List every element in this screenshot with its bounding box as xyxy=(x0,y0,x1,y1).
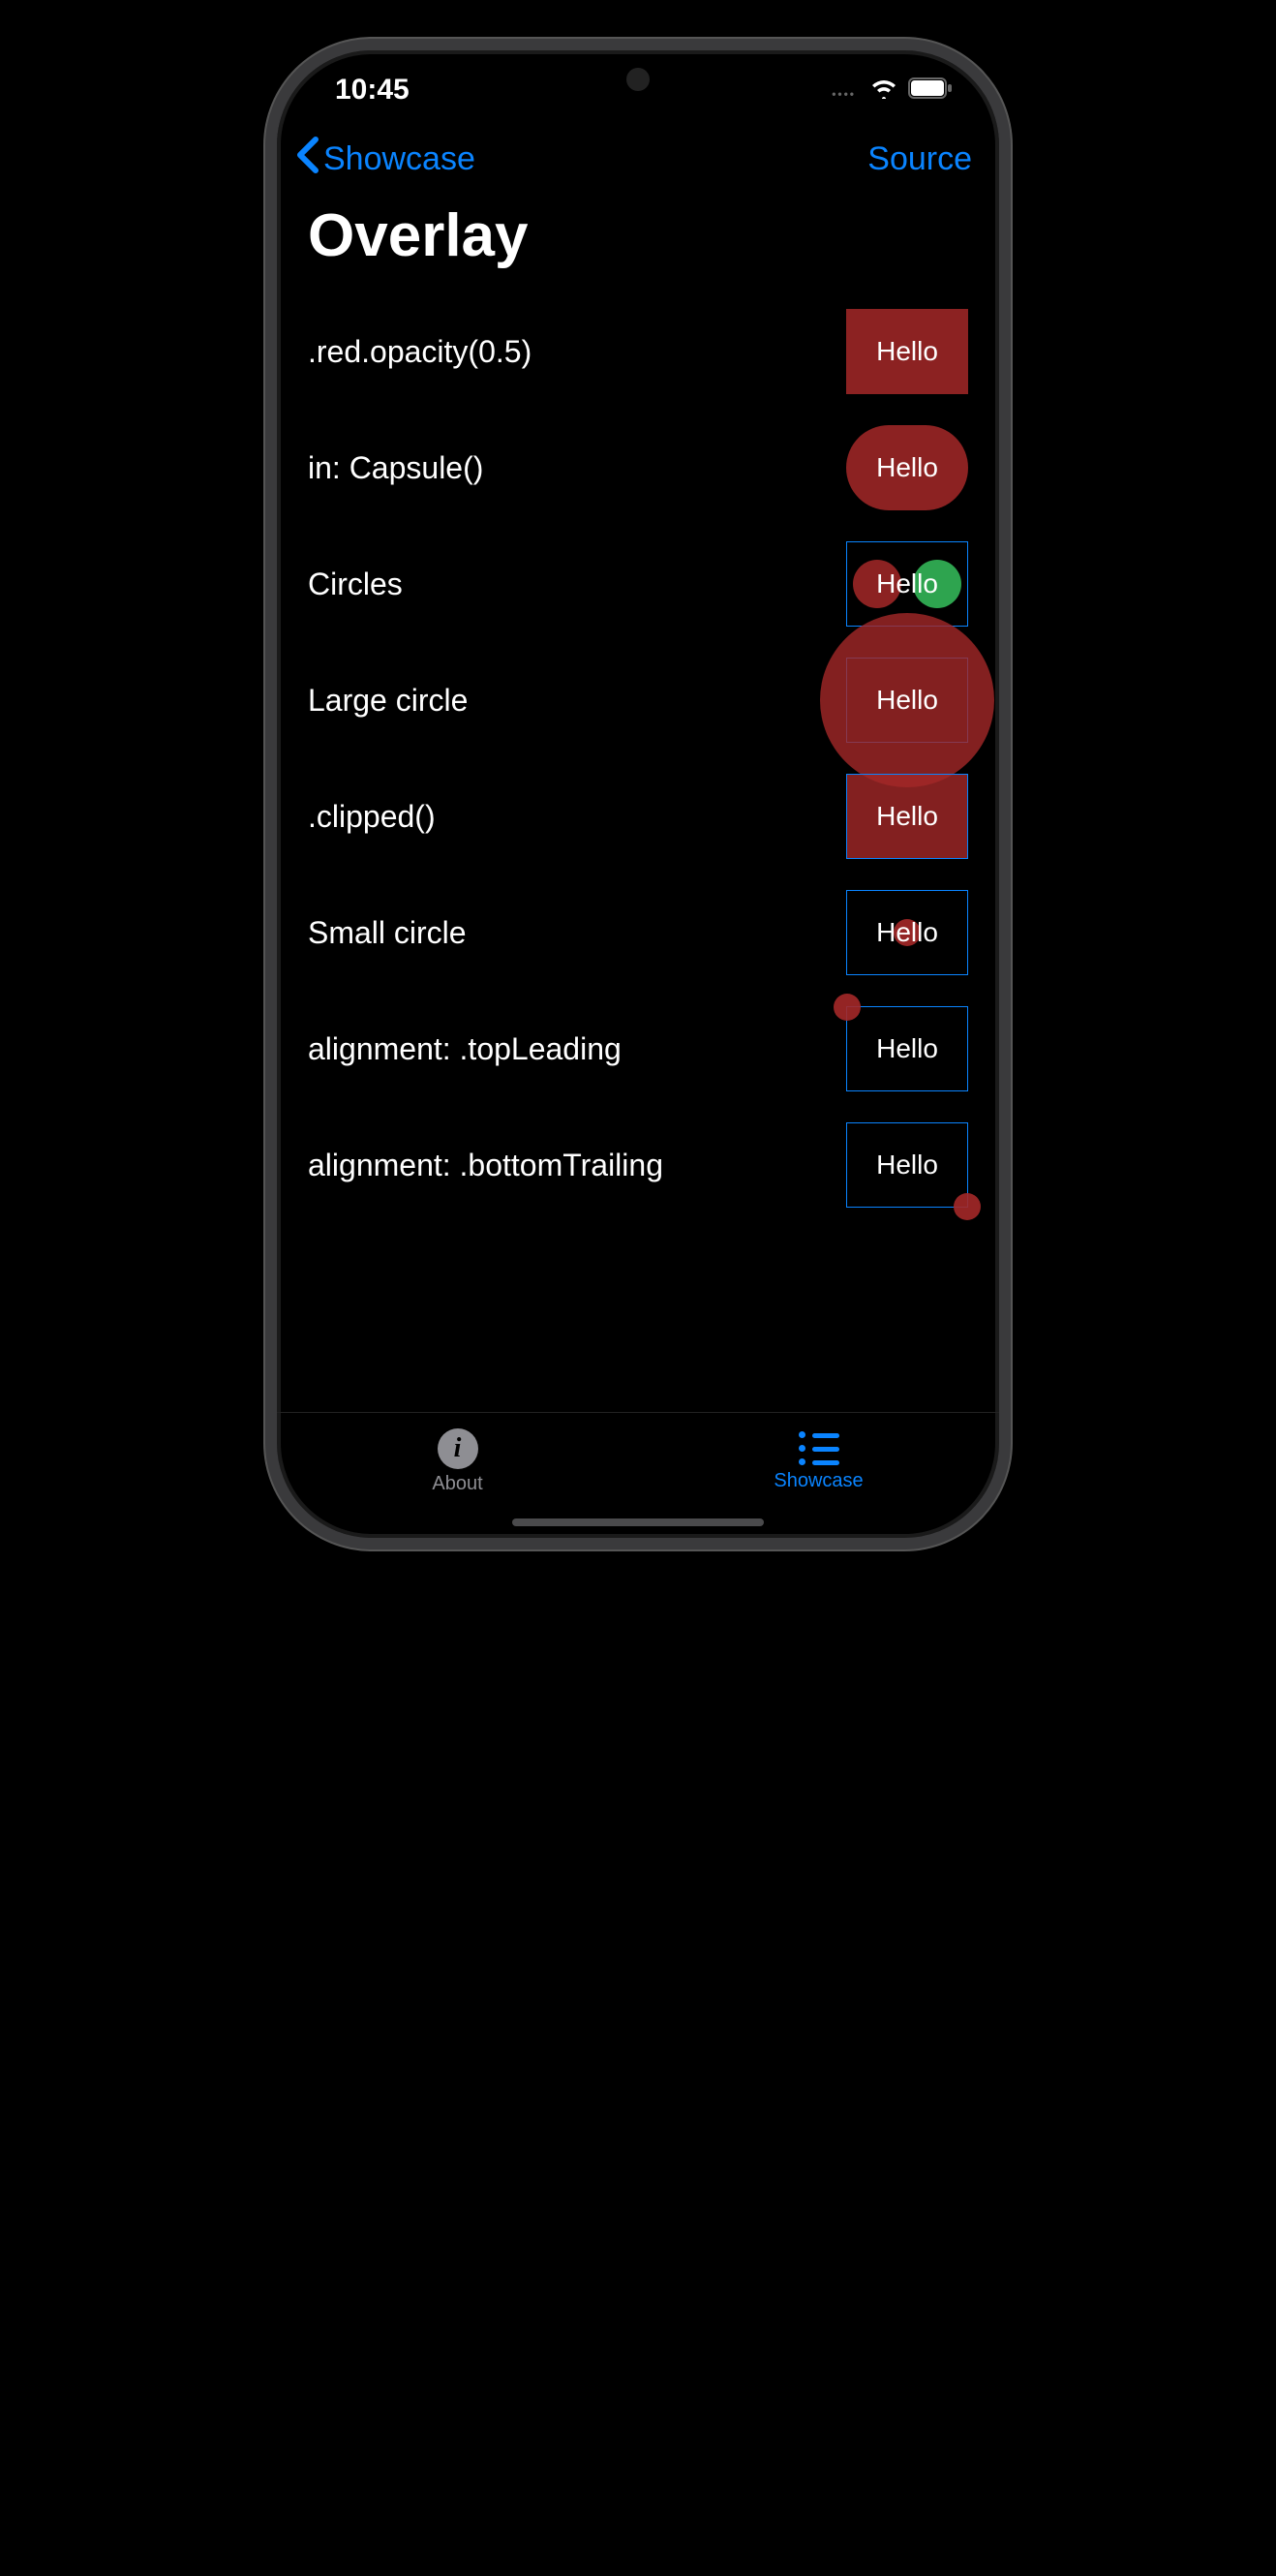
list-item: .clipped() Hello xyxy=(308,758,968,874)
row-label: Large circle xyxy=(308,683,468,719)
sample-text: Hello xyxy=(876,452,938,483)
camera-notch xyxy=(626,68,650,91)
overlay-sample-red-rect: Hello xyxy=(846,309,968,394)
tab-showcase[interactable]: Showcase xyxy=(638,1413,999,1511)
info-icon: i xyxy=(438,1428,478,1469)
overlay-sample-clipped: Hello xyxy=(846,774,968,859)
overlay-sample-bottom-trailing: Hello xyxy=(846,1122,968,1208)
list-item: .red.opacity(0.5) Hello xyxy=(308,293,968,410)
page-title: Overlay xyxy=(277,190,999,293)
row-label: Circles xyxy=(308,567,403,602)
row-label: Small circle xyxy=(308,915,467,951)
overlay-sample-large-circle: Hello xyxy=(846,658,968,743)
status-time: 10:45 xyxy=(335,74,410,107)
overlay-sample-top-leading: Hello xyxy=(846,1006,968,1091)
sample-text: Hello xyxy=(876,568,938,599)
home-indicator[interactable] xyxy=(512,1518,764,1526)
navigation-bar: Showcase Source xyxy=(277,107,999,190)
sample-text: Hello xyxy=(876,1033,938,1064)
tab-about[interactable]: i About xyxy=(277,1413,638,1511)
list-item: alignment: .topLeading Hello xyxy=(308,991,968,1107)
sample-text: Hello xyxy=(876,685,938,716)
small-red-circle-overlay xyxy=(834,994,861,1021)
battery-icon xyxy=(908,74,953,107)
status-indicators: •••• xyxy=(832,74,953,107)
wifi-icon xyxy=(869,74,898,107)
row-label: alignment: .topLeading xyxy=(308,1031,622,1067)
overlay-sample-small-circle: Hello xyxy=(846,890,968,975)
examples-list: .red.opacity(0.5) Hello in: Capsule() He… xyxy=(277,293,999,1223)
list-bullet-icon xyxy=(799,1431,839,1466)
sample-text: Hello xyxy=(876,1150,938,1181)
row-label: alignment: .bottomTrailing xyxy=(308,1148,663,1183)
back-label: Showcase xyxy=(323,140,475,178)
tab-label: About xyxy=(432,1473,482,1495)
sample-text: Hello xyxy=(876,801,938,832)
list-item: Large circle Hello xyxy=(308,642,968,758)
list-item: in: Capsule() Hello xyxy=(308,410,968,526)
sample-text: Hello xyxy=(876,336,938,367)
cellular-dots-icon: •••• xyxy=(832,87,856,101)
row-label: .clipped() xyxy=(308,799,436,835)
row-label: in: Capsule() xyxy=(308,450,483,486)
list-item: Small circle Hello xyxy=(308,874,968,991)
overlay-sample-capsule: Hello xyxy=(846,425,968,510)
tab-label: Showcase xyxy=(774,1470,863,1492)
small-red-circle-overlay xyxy=(954,1193,981,1220)
sample-text: Hello xyxy=(876,917,938,948)
row-label: .red.opacity(0.5) xyxy=(308,334,532,370)
source-button[interactable]: Source xyxy=(867,140,972,178)
back-button[interactable]: Showcase xyxy=(294,136,475,182)
chevron-left-icon xyxy=(294,136,319,182)
list-item: alignment: .bottomTrailing Hello xyxy=(308,1107,968,1223)
phone-frame: 10:45 •••• Showcase Source Overlay .red.… xyxy=(265,39,1011,1549)
